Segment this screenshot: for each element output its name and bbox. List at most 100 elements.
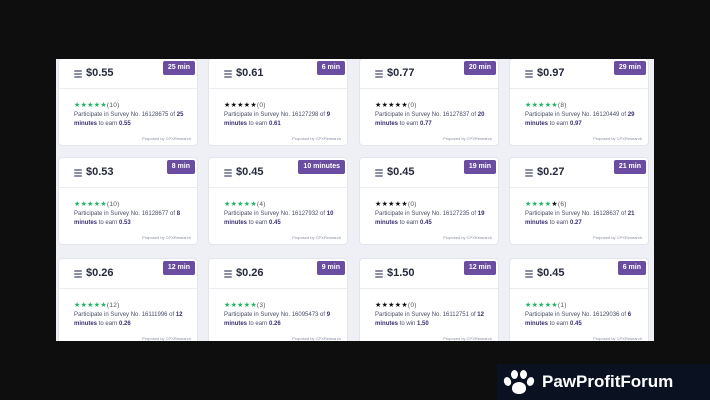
star-rating: ★★★★★(12) <box>74 301 120 309</box>
duration-badge: 12 min <box>162 261 195 275</box>
duration-badge: 9 min <box>316 261 345 275</box>
review-count: (10) <box>106 201 120 208</box>
card-header: $0.97 29 min <box>510 59 648 89</box>
survey-card[interactable]: $0.45 6 min ★★★★★(1) Participate in Survey … <box>509 258 649 341</box>
survey-card[interactable]: $0.45 10 minutes ★★★★★(4) Participate in Su… <box>208 157 348 245</box>
survey-card[interactable]: $1.50 12 min ★★★★★(0) Participate in Survey… <box>359 258 499 341</box>
survey-text: Participate in Survey No. 16095473 of <box>224 312 326 318</box>
proposed-by: Proposed by CPXResearch <box>593 336 642 341</box>
paw-icon <box>502 368 536 396</box>
reward-text: to earn <box>248 321 268 327</box>
survey-description: Participate in Survey No. 16127837 of 20… <box>375 111 493 129</box>
star-rating: ★★★★★(0) <box>375 301 417 309</box>
survey-price: $1.50 <box>387 267 415 279</box>
reward-text: to earn <box>98 321 118 327</box>
coins-icon <box>525 70 533 78</box>
reward-text: to earn <box>399 220 419 226</box>
survey-text: Participate in Survey No. 16120449 of <box>525 112 627 118</box>
proposed-by: Proposed by CPXResearch <box>443 235 492 240</box>
duration-badge: 29 min <box>613 61 646 75</box>
reward-text: to earn <box>248 121 268 127</box>
star-rating: ★★★★★(1) <box>525 301 567 309</box>
review-count: (4) <box>256 201 266 208</box>
survey-text: Participate in Survey No. 16127837 of <box>375 112 477 118</box>
survey-card[interactable]: $0.26 9 min ★★★★★(3) Participate in Survey … <box>208 258 348 341</box>
survey-reward: 0.45 <box>269 220 281 226</box>
duration-badge: 20 min <box>463 61 496 75</box>
card-header: $1.50 12 min <box>360 259 498 289</box>
survey-reward: 0.27 <box>570 220 582 226</box>
card-header: $0.26 12 min <box>59 259 197 289</box>
proposed-by: Proposed by CPXResearch <box>142 336 191 341</box>
reward-text: to earn <box>549 321 569 327</box>
star-rating: ★★★★★(6) <box>525 200 567 208</box>
card-header: $0.45 10 minutes <box>209 158 347 188</box>
duration-badge: 8 min <box>166 160 195 174</box>
proposed-by: Proposed by CPXResearch <box>292 235 341 240</box>
proposed-by: Proposed by CPXResearch <box>292 336 341 341</box>
survey-card[interactable]: $0.45 19 min ★★★★★(0) Participate in Survey… <box>359 157 499 245</box>
card-header: $0.26 9 min <box>209 259 347 289</box>
proposed-by: Proposed by CPXResearch <box>593 136 642 141</box>
brand-watermark: PawProfitForum <box>497 364 710 400</box>
review-count: (0) <box>407 102 417 109</box>
coins-icon <box>525 169 533 177</box>
survey-description: Participate in Survey No. 16095473 of 9 … <box>224 311 342 329</box>
coins-icon <box>525 270 533 278</box>
reward-text: to win <box>399 321 416 327</box>
survey-reward: 0.45 <box>420 220 432 226</box>
survey-text: Participate in Survey No. 16128675 of <box>74 112 176 118</box>
coins-icon <box>375 70 383 78</box>
survey-description: Participate in Survey No. 16128637 of 21… <box>525 210 643 228</box>
survey-description: Participate in Survey No. 16128677 of 8 … <box>74 210 192 228</box>
survey-card[interactable]: $0.97 29 min ★★★★★(8) Participate in Survey… <box>509 59 649 146</box>
duration-badge: 21 min <box>613 160 646 174</box>
star-icons: ★★★★★ <box>224 302 257 309</box>
coins-icon <box>224 169 232 177</box>
review-count: (12) <box>106 302 120 309</box>
star-rating: ★★★★★(4) <box>224 200 266 208</box>
survey-reward: 0.55 <box>119 121 131 127</box>
coins-icon <box>224 270 232 278</box>
survey-reward: 0.26 <box>119 321 131 327</box>
survey-reward: 0.61 <box>269 121 281 127</box>
duration-badge: 25 min <box>162 61 195 75</box>
star-icons: ★★★★★ <box>525 201 558 208</box>
review-count: (3) <box>256 302 266 309</box>
survey-card[interactable]: $0.27 21 min ★★★★★(6) Participate in Survey… <box>509 157 649 245</box>
survey-price: $0.26 <box>86 267 114 279</box>
survey-description: Participate in Survey No. 16129036 of 6 … <box>525 311 643 329</box>
star-icons: ★★★★★ <box>74 302 107 309</box>
survey-text: Participate in Survey No. 16127235 of <box>375 211 477 217</box>
card-header: $0.55 25 min <box>59 59 197 89</box>
reward-text: to earn <box>549 121 569 127</box>
survey-price: $0.45 <box>537 267 565 279</box>
survey-card[interactable]: $0.61 6 min ★★★★★(0) Participate in Survey … <box>208 59 348 146</box>
survey-reward: 0.53 <box>119 220 131 226</box>
survey-text: Participate in Survey No. 16129036 of <box>525 312 627 318</box>
coins-icon <box>74 270 82 278</box>
survey-description: Participate in Survey No. 16120449 of 29… <box>525 111 643 129</box>
card-header: $0.45 6 min <box>510 259 648 289</box>
survey-price: $0.45 <box>387 166 415 178</box>
duration-badge: 6 min <box>617 261 646 275</box>
survey-card[interactable]: $0.53 8 min ★★★★★(10) Participate in Survey… <box>58 157 198 245</box>
survey-text: Participate in Survey No. 16128677 of <box>74 211 176 217</box>
survey-price: $0.97 <box>537 67 565 79</box>
survey-card[interactable]: $0.26 12 min ★★★★★(12) Participate in Surve… <box>58 258 198 341</box>
survey-text: Participate in Survey No. 16112751 of <box>375 312 476 318</box>
star-rating: ★★★★★(0) <box>375 200 417 208</box>
survey-price: $0.26 <box>236 267 264 279</box>
survey-price: $0.55 <box>86 67 114 79</box>
coins-icon <box>74 169 82 177</box>
coins-icon <box>375 270 383 278</box>
star-icons: ★★★★★ <box>74 102 107 109</box>
star-icons: ★★★★★ <box>74 201 107 208</box>
coins-icon <box>375 169 383 177</box>
duration-badge: 10 minutes <box>298 160 345 174</box>
star-icons: ★★★★★ <box>375 102 408 109</box>
survey-card[interactable]: $0.77 20 min ★★★★★(0) Participate in Survey… <box>359 59 499 146</box>
survey-card[interactable]: $0.55 25 min ★★★★★(10) Participate in Surve… <box>58 59 198 146</box>
survey-description: Participate in Survey No. 16127932 of 10… <box>224 210 342 228</box>
survey-description: Participate in Survey No. 16112751 of 12… <box>375 311 493 329</box>
